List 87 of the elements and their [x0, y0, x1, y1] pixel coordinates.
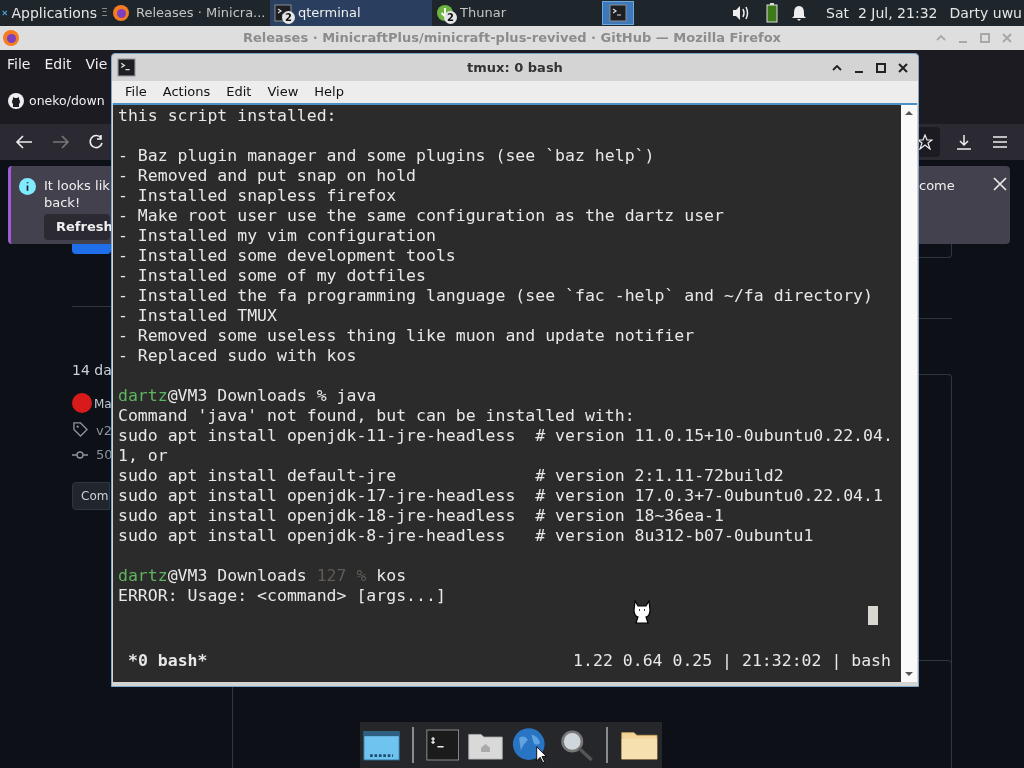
avatar: [72, 393, 92, 413]
applications-menu[interactable]: Applications: [11, 2, 98, 24]
info-icon: [19, 178, 36, 195]
menu-item[interactable]: File: [125, 82, 147, 102]
reload-icon[interactable]: [88, 134, 104, 150]
tmux-status: 1.22 0.64 0.25 | 21:32:02 | bash: [573, 651, 891, 671]
terminal-line: sudo apt install openjdk-18-jre-headless # version 18~36ea-1: [118, 506, 724, 526]
author-name: Ma: [94, 396, 112, 413]
task-title: Releases · Minicra...: [136, 4, 266, 23]
notification-text: It looks lik: [44, 177, 110, 195]
back-icon[interactable]: [15, 134, 33, 150]
window-count-badge: 2: [444, 11, 457, 24]
task-title: qterminal: [298, 4, 361, 23]
terminal-line: - Installed some development tools: [118, 246, 456, 266]
terminal-line: Command 'java' not found, but can be installed with:: [118, 406, 635, 426]
menu-item[interactable]: Help: [314, 82, 344, 102]
volume-icon[interactable]: [732, 5, 751, 21]
cat-icon: [630, 598, 654, 624]
prompt-text: @VM3 Downloads % java: [167, 386, 377, 406]
terminal-icon: [274, 4, 292, 22]
taskbar-button[interactable]: Releases · Minicra...: [108, 0, 270, 26]
terminal-line: sudo apt install openjdk-17-jre-headless # version 17.0.3+7-0ubuntu0.22.04.1: [118, 486, 883, 506]
notification-text: come: [919, 177, 955, 195]
menu-item[interactable]: Edit: [226, 82, 252, 102]
window-title: Releases · MinicraftPlus/minicraft-plus-revived · GitHub — Mozilla Firefox: [243, 29, 781, 48]
close-icon[interactable]: [898, 62, 908, 73]
terminal-line: sudo apt install openjdk-11-jre-headless # version 11.0.15+10-0ubuntu0.22.04.: [118, 426, 893, 446]
maximize-icon[interactable]: [876, 62, 886, 73]
tmux-window-label: *0 bash*: [128, 651, 208, 671]
download-icon[interactable]: [956, 134, 972, 150]
menu-icon[interactable]: [992, 135, 1008, 149]
menu-glyph: Ξ: [101, 4, 108, 21]
terminal-line: - Make root user use the same configuration as the dartz user: [118, 206, 724, 226]
window-title: tmux: 0 bash: [467, 58, 563, 77]
terminal-line: - Installed the fa programming language (see `fac -help` and ~/fa directory): [118, 286, 873, 306]
commit-icon: [72, 450, 88, 460]
scroll-down-icon[interactable]: [905, 670, 913, 678]
terminal-line: sudo apt install default-jre # version 2:1.11-72build2: [118, 466, 784, 486]
scrollbar[interactable]: [901, 105, 917, 682]
compare-button[interactable]: Com: [72, 482, 110, 510]
browser-tab[interactable]: oneko/down: [29, 91, 105, 111]
task-title: Thunar: [460, 4, 506, 23]
menu-item[interactable]: Edit: [44, 53, 72, 75]
prompt-text: @VM3 Downloads: [167, 566, 308, 586]
shade-icon[interactable]: [832, 64, 842, 71]
terminal-icon: [117, 58, 136, 77]
terminal-line: ERROR: Usage: <command> [args...]: [118, 586, 446, 606]
bell-icon[interactable]: [792, 5, 807, 21]
terminal-line: 1, or: [118, 446, 168, 466]
notification-text: back!: [44, 194, 81, 212]
firefox-icon: [2, 29, 20, 47]
scroll-up-icon[interactable]: [905, 109, 913, 117]
tag-icon: [73, 422, 88, 437]
menu-item[interactable]: Actions: [162, 82, 211, 102]
terminal-line: - Removed some useless thing like muon and update notifier: [118, 326, 695, 346]
star-icon[interactable]: [917, 134, 933, 150]
forward-icon[interactable]: [52, 134, 70, 150]
terminal-line: - Installed some of my dotfiles: [118, 266, 426, 286]
prompt-user: dartz: [118, 386, 168, 406]
terminal-icon[interactable]: [425, 727, 460, 763]
terminal-line: - Replaced sudo with kos: [118, 346, 357, 366]
taskbar-button[interactable]: 2 Thunar: [432, 0, 594, 26]
menu-item[interactable]: File: [7, 53, 31, 75]
user-name[interactable]: Darty uwu: [949, 2, 1024, 24]
battery-icon[interactable]: [766, 3, 779, 23]
terminal-line: - Removed and put snap on hold: [118, 166, 416, 186]
menu-item[interactable]: View: [267, 82, 299, 102]
text-cursor: [868, 606, 878, 625]
terminal-line: - Installed TMUX: [118, 306, 277, 326]
taskbar-button[interactable]: 2 qterminal: [270, 0, 432, 26]
prompt-user: dartz: [118, 566, 168, 586]
terminal-line: - Installed my vim configuration: [118, 226, 436, 246]
github-icon: [8, 93, 24, 109]
firefox-icon: [112, 4, 130, 22]
refresh-button[interactable]: Refresh: [44, 214, 110, 240]
terminal-line: - Installed snapless firefox: [118, 186, 397, 206]
terminal-line: this script installed:: [118, 106, 337, 126]
workspace-switcher[interactable]: [602, 1, 634, 25]
workspace-window-icon: [609, 4, 627, 22]
release-date: 14 da: [72, 361, 112, 380]
terminal-line: - Baz plugin manager and some plugins (see `baz help`): [118, 146, 655, 166]
menu-item[interactable]: Vie: [85, 53, 108, 75]
terminal-line: sudo apt install openjdk-8-jre-headless # version 8u312-b07-0ubuntu1: [118, 526, 814, 546]
tag-name: v2: [96, 422, 112, 440]
prompt-text: kos: [375, 566, 407, 586]
clock[interactable]: Sat 2 Jul, 21:32: [826, 2, 938, 24]
window-count-badge: 2: [282, 11, 295, 24]
